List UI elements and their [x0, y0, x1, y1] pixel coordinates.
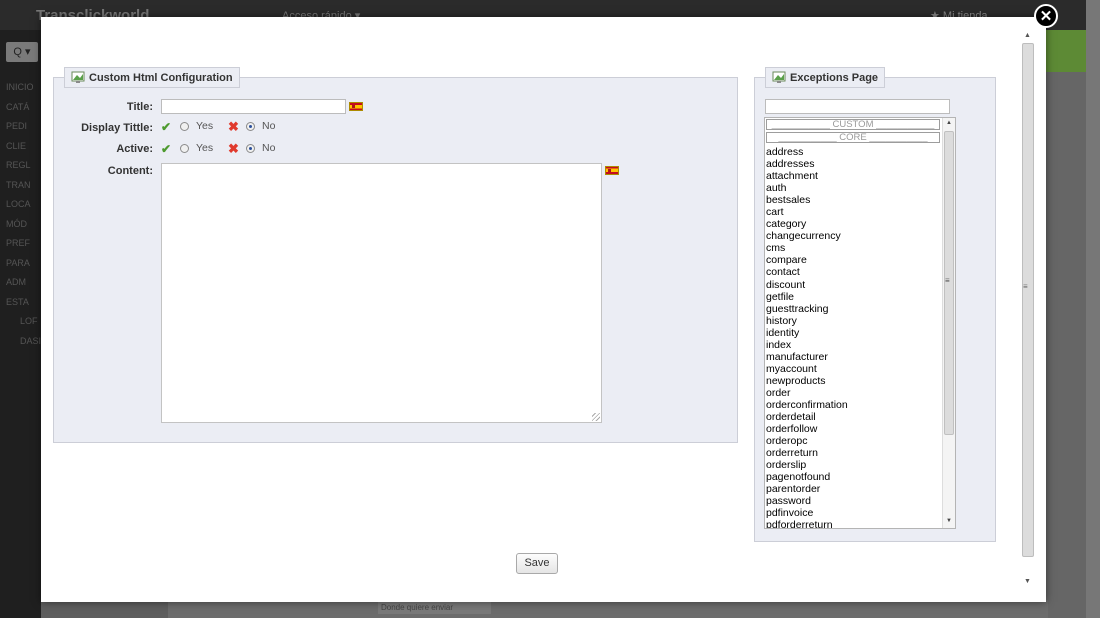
exceptions-legend-text: Exceptions Page — [790, 72, 879, 84]
cross-icon: ✖ — [228, 119, 239, 134]
page-option[interactable]: category — [766, 218, 942, 230]
listbox-scroll-down-icon[interactable]: ▼ — [943, 516, 955, 527]
display-title-yes-radio[interactable] — [180, 122, 189, 131]
page-option[interactable]: history — [766, 315, 942, 327]
nav-item: PARA — [6, 257, 30, 268]
content-textarea[interactable] — [161, 163, 602, 423]
exceptions-page-listbox[interactable]: ___________ CUSTOM ___________ _________… — [764, 117, 956, 529]
nav-item: CATÁ — [6, 101, 30, 112]
cross-icon: ✖ — [228, 141, 239, 156]
page-option[interactable]: orderconfirmation — [766, 399, 942, 411]
page-option[interactable]: myaccount — [766, 363, 942, 375]
page-option[interactable]: orderslip — [766, 459, 942, 471]
nav-item: LOCA — [6, 199, 31, 209]
nav-item: LOF — [20, 316, 38, 326]
nav-item: TRAN — [6, 179, 31, 190]
spanish-flag-icon[interactable] — [605, 166, 619, 175]
nav-item: CLIE — [6, 140, 27, 151]
display-title-label: Display Tittle: — [81, 122, 153, 134]
page-option[interactable]: pdfinvoice — [766, 507, 942, 519]
title-input[interactable] — [161, 99, 346, 114]
page-option[interactable]: orderreturn — [766, 447, 942, 459]
optgroup-custom[interactable]: ___________ CUSTOM ___________ — [766, 119, 940, 130]
page-option[interactable]: manufacturer — [766, 351, 942, 363]
nav-item: MÓD — [6, 218, 27, 229]
page-option[interactable]: pdforderreturn — [766, 519, 942, 528]
display-title-no-label: No — [262, 120, 276, 132]
page-option[interactable]: discount — [766, 279, 942, 291]
page-options: address addresses attachment auth bestsales c… — [766, 146, 942, 528]
page-option[interactable]: addresses — [766, 158, 942, 170]
nav-item: INICIO — [6, 82, 34, 92]
page-option[interactable]: changecurrency — [766, 230, 942, 242]
title-label: Title: — [126, 101, 153, 113]
scroll-down-arrow-icon[interactable]: ▼ — [1020, 576, 1035, 588]
page-option[interactable]: orderdetail — [766, 411, 942, 423]
listbox-scroll-up-icon[interactable]: ▲ — [943, 118, 955, 129]
page-option[interactable]: order — [766, 387, 942, 399]
page-option[interactable]: orderopc — [766, 435, 942, 447]
page-option[interactable]: bestsales — [766, 194, 942, 206]
config-legend-text: Custom Html Configuration — [89, 72, 233, 84]
active-yes-label: Yes — [196, 142, 214, 154]
page-option[interactable]: address — [766, 146, 942, 158]
page-option[interactable]: attachment — [766, 170, 942, 182]
config-icon — [71, 71, 85, 83]
bottom-field: Donde quiere enviar — [378, 602, 491, 614]
nav-item: DASI — [20, 335, 42, 346]
page-option[interactable]: password — [766, 495, 942, 507]
page-option[interactable]: cms — [766, 242, 942, 254]
spanish-flag-icon[interactable] — [349, 102, 363, 111]
display-title-radio-group: ✔ Yes ✖ No — [161, 119, 301, 134]
display-title-yes-label: Yes — [196, 120, 214, 132]
check-icon: ✔ — [161, 142, 172, 156]
nav-item: PREF — [6, 238, 31, 248]
exceptions-filter-input[interactable] — [765, 99, 950, 114]
admin-bottom-row: Donde quiere enviar — [168, 600, 1048, 618]
content-label: Content: — [107, 165, 153, 177]
config-legend: Custom Html Configuration — [64, 67, 240, 88]
resize-handle-icon[interactable] — [592, 413, 600, 421]
exceptions-icon — [772, 71, 786, 83]
active-label: Active: — [116, 143, 153, 155]
page-option[interactable]: pagenotfound — [766, 471, 942, 483]
scroll-up-arrow-icon[interactable]: ▲ — [1020, 30, 1035, 42]
active-yes-radio[interactable] — [180, 144, 189, 153]
page-option[interactable]: guesttracking — [766, 303, 942, 315]
page-option[interactable]: orderfollow — [766, 423, 942, 435]
page-option[interactable]: compare — [766, 254, 942, 266]
page-option[interactable]: auth — [766, 182, 942, 194]
page-option[interactable]: parentorder — [766, 483, 942, 495]
nav-item: ESTA — [6, 296, 29, 307]
nav-item: REGL — [6, 160, 31, 170]
grip-icon: ≡ — [1023, 282, 1028, 291]
display-title-no-radio[interactable] — [246, 122, 255, 131]
active-no-label: No — [262, 142, 276, 154]
page-option[interactable]: index — [766, 339, 942, 351]
active-radio-group: ✔ Yes ✖ No — [161, 141, 301, 156]
window-scrollbar[interactable] — [1086, 0, 1100, 618]
active-no-radio[interactable] — [246, 144, 255, 153]
modal-scrollbar[interactable]: ▲ ≡ ▼ — [1020, 30, 1035, 590]
page-option[interactable]: getfile — [766, 291, 942, 303]
modal-scroll-thumb[interactable] — [1022, 43, 1034, 557]
exceptions-legend: Exceptions Page — [765, 67, 886, 88]
nav-item: ADM — [6, 277, 26, 287]
close-modal-button[interactable]: ✕ — [1034, 4, 1058, 28]
optgroup-core[interactable]: ___________ CORE ___________ — [766, 132, 940, 143]
page-option[interactable]: newproducts — [766, 375, 942, 387]
page-option[interactable]: identity — [766, 327, 942, 339]
nav-item: PEDI — [6, 121, 28, 131]
check-icon: ✔ — [161, 120, 172, 134]
listbox-scrollbar[interactable]: ▲ ≡ ▼ — [942, 118, 955, 528]
nav-search-button: Q ▾ — [6, 42, 38, 62]
save-button[interactable]: Save — [516, 553, 558, 574]
page-option[interactable]: cart — [766, 206, 942, 218]
page-option[interactable]: contact — [766, 266, 942, 278]
grip-icon: ≡ — [945, 276, 950, 285]
admin-left-nav: Q ▾ INICIO CATÁ PEDI CLIE REGL TRAN LOCA MÓD PRE… — [0, 30, 41, 618]
